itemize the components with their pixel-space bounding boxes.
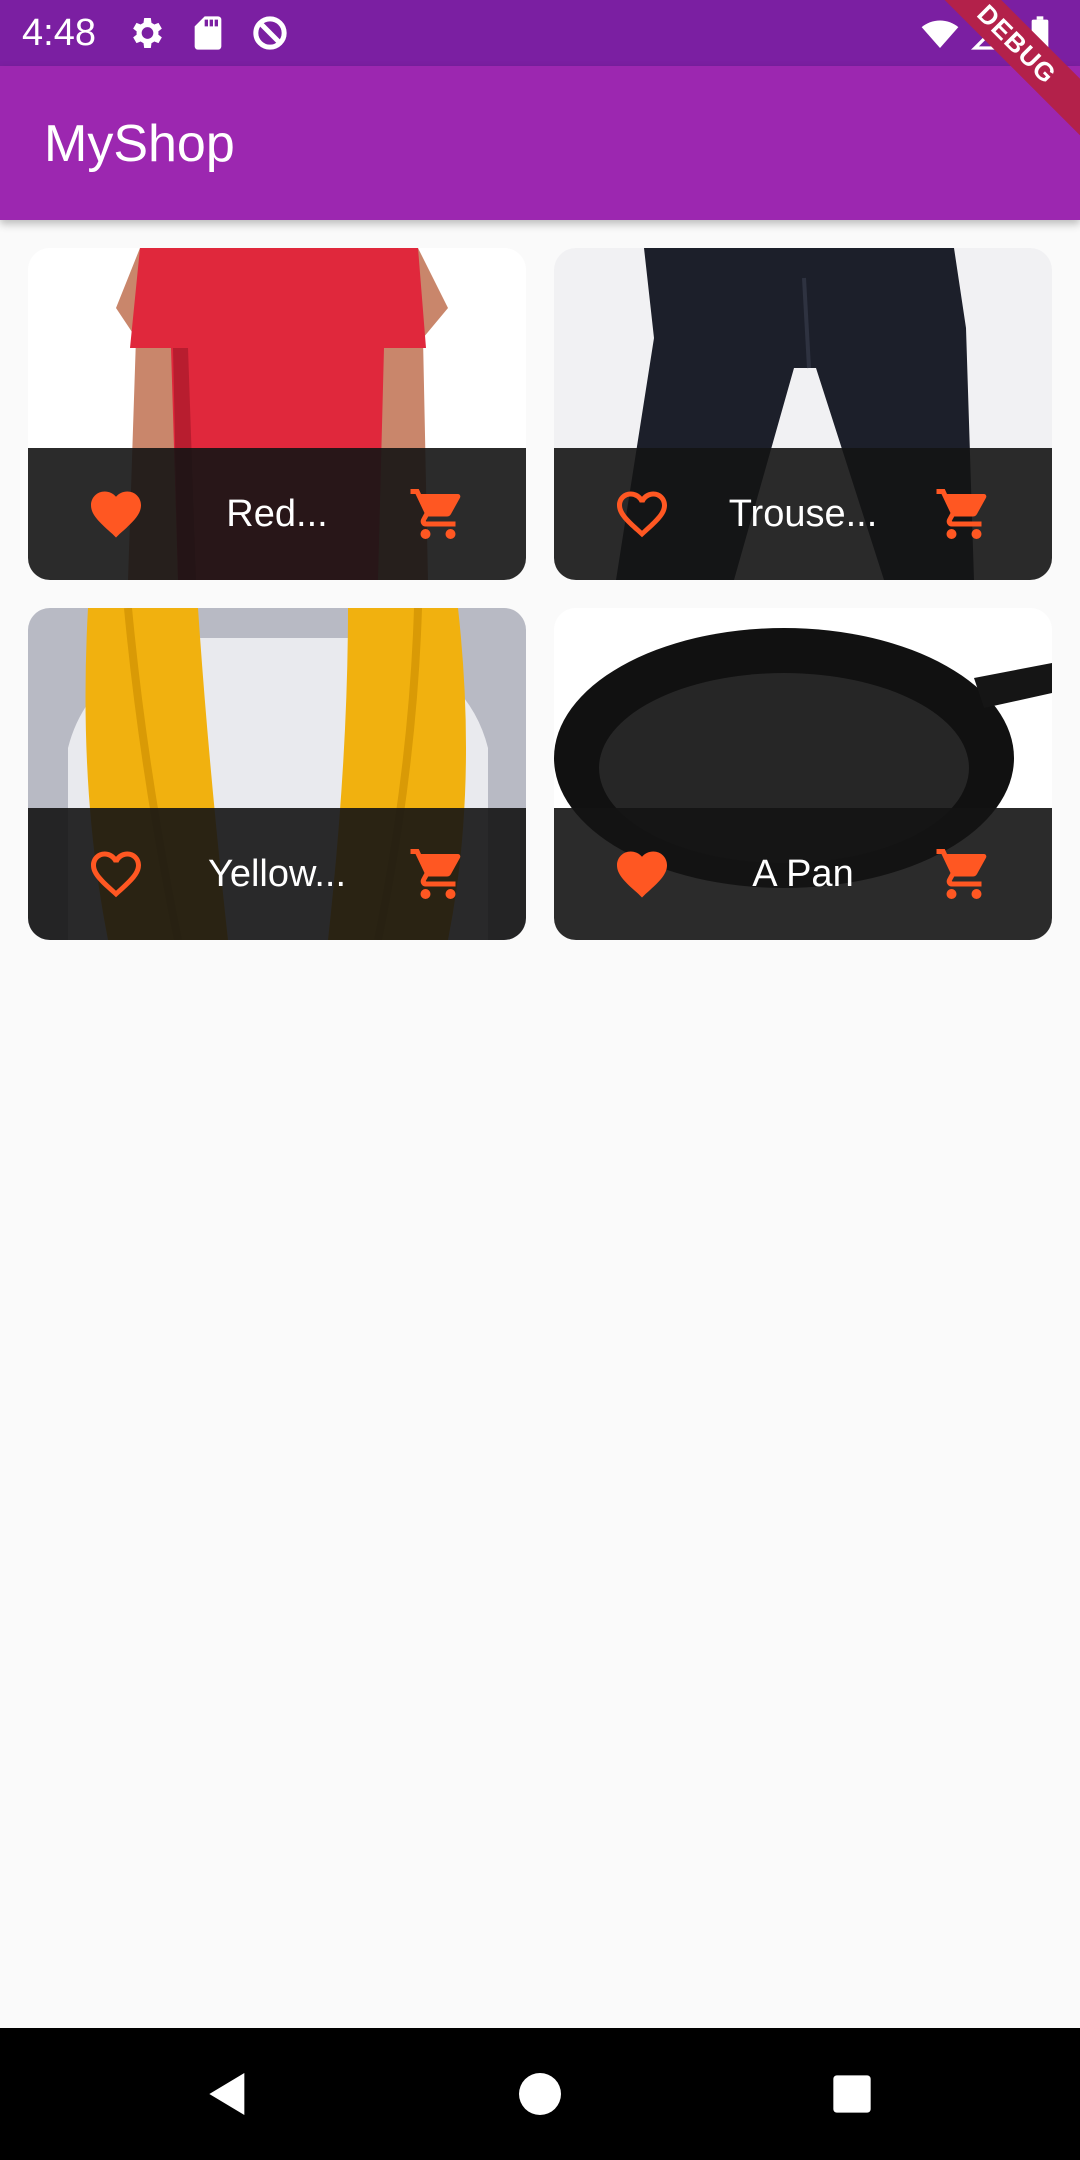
- product-footer: A Pan: [554, 808, 1052, 940]
- add-to-cart-button[interactable]: [408, 484, 468, 544]
- product-grid: Red... Trouse... Yellow... A Pan: [28, 248, 1052, 940]
- product-card[interactable]: Trouse...: [554, 248, 1052, 580]
- sd-card-icon: [188, 13, 228, 53]
- favorite-button[interactable]: [86, 844, 146, 904]
- heart-filled-icon: [86, 484, 146, 544]
- product-card[interactable]: A Pan: [554, 608, 1052, 940]
- status-time: 4:48: [22, 12, 96, 54]
- cart-icon: [408, 484, 468, 544]
- gear-icon: [126, 13, 166, 53]
- page-title: MyShop: [44, 115, 235, 173]
- product-title: A Pan: [752, 853, 854, 895]
- status-bar: 4:48: [0, 0, 1080, 66]
- product-title: Yellow...: [207, 853, 347, 895]
- product-footer: Trouse...: [554, 448, 1052, 580]
- product-card[interactable]: Yellow...: [28, 608, 526, 940]
- cart-icon: [934, 844, 994, 904]
- sync-disabled-icon: [250, 13, 290, 53]
- product-card[interactable]: Red...: [28, 248, 526, 580]
- cart-icon: [934, 484, 994, 544]
- add-to-cart-button[interactable]: [408, 844, 468, 904]
- app-bar: MyShop: [0, 66, 1080, 220]
- back-button[interactable]: [200, 2066, 256, 2122]
- product-title: Trouse...: [728, 493, 878, 535]
- product-title: Red...: [226, 493, 328, 535]
- product-footer: Yellow...: [28, 808, 526, 940]
- heart-filled-icon: [612, 844, 672, 904]
- recents-button[interactable]: [824, 2066, 880, 2122]
- cart-icon: [408, 844, 468, 904]
- add-to-cart-button[interactable]: [934, 844, 994, 904]
- wifi-icon: [920, 13, 960, 53]
- favorite-button[interactable]: [612, 484, 672, 544]
- back-icon: [200, 2066, 256, 2122]
- favorite-button[interactable]: [86, 484, 146, 544]
- system-nav-bar: [0, 2028, 1080, 2160]
- home-button[interactable]: [512, 2066, 568, 2122]
- heart-outline-icon: [86, 844, 146, 904]
- recents-icon: [824, 2066, 880, 2122]
- product-footer: Red...: [28, 448, 526, 580]
- home-icon: [512, 2066, 568, 2122]
- add-to-cart-button[interactable]: [934, 484, 994, 544]
- status-left-icons: [126, 13, 290, 53]
- heart-outline-icon: [612, 484, 672, 544]
- favorite-button[interactable]: [612, 844, 672, 904]
